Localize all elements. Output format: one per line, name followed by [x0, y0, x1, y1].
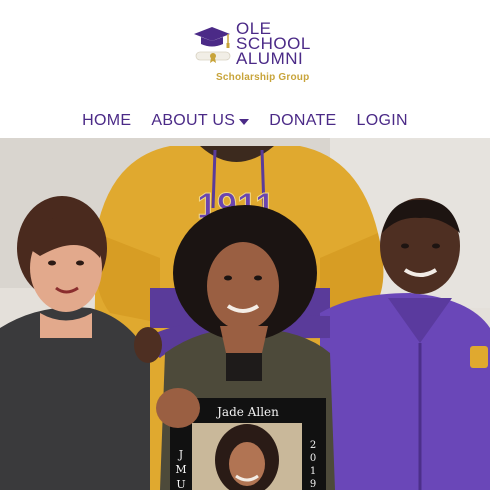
- main-nav: HOME ABOUT US DONATE LOGIN: [0, 108, 490, 134]
- chevron-down-icon: [239, 118, 250, 125]
- nav-donate[interactable]: DONATE: [259, 108, 346, 134]
- nav-donate-label: DONATE: [269, 112, 337, 129]
- logo-text-line-3: ALUMNI: [236, 49, 304, 68]
- frame-name: Jade Allen: [215, 405, 279, 419]
- nav-about-us-label: ABOUT US: [151, 112, 236, 129]
- graduation-cap-diploma-icon: [194, 27, 231, 63]
- photo-frame: Jade Allen JMU 2019: [156, 388, 326, 490]
- nav-about-us[interactable]: ABOUT US: [141, 108, 259, 134]
- nav-login-label: LOGIN: [356, 112, 408, 129]
- hero-photo-illustration: 1911 Jade Allen J M U 2 0 1 9: [0, 138, 490, 490]
- logo-tagline: Scholarship Group: [216, 72, 310, 83]
- hero-photo: 1911 Jade Allen J M U 2 0 1 9: [0, 138, 490, 490]
- site-header: OLE SCHOOL ALUMNI Scholarship Group HOME…: [0, 0, 490, 138]
- nav-home-label: HOME: [82, 112, 132, 129]
- nav-login[interactable]: LOGIN: [347, 108, 418, 134]
- nav-home[interactable]: HOME: [72, 108, 141, 134]
- site-logo[interactable]: OLE SCHOOL ALUMNI Scholarship Group: [192, 18, 332, 88]
